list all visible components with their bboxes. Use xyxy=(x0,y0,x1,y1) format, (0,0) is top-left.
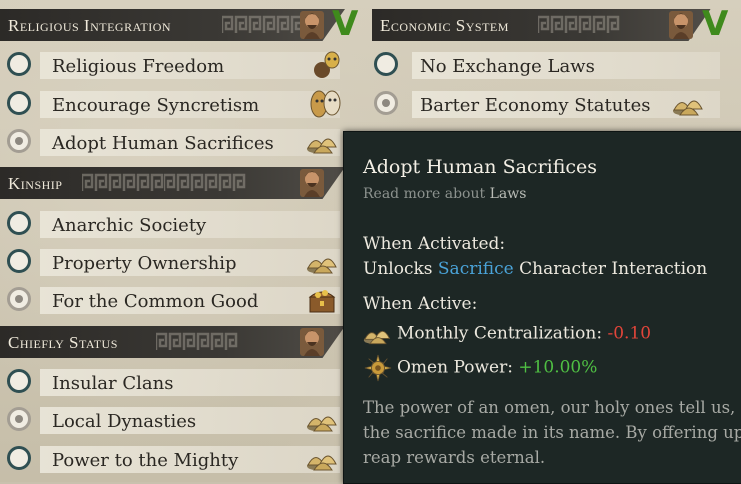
law-label: Insular Clans xyxy=(52,373,174,394)
centralization-huts-icon xyxy=(306,455,337,471)
ruler-portrait-icon[interactable] xyxy=(297,9,327,41)
tooltip-title: Adopt Human Sacrifices xyxy=(363,156,598,178)
radio-button-selected[interactable] xyxy=(374,91,398,115)
radio-button-selected[interactable] xyxy=(7,407,31,431)
when-activated-heading: When Activated: xyxy=(363,234,506,254)
centralization-huts-icon xyxy=(672,100,703,116)
unlocks-suffix: Character Interaction xyxy=(519,259,708,279)
radio-button[interactable] xyxy=(7,446,31,470)
law-option-religious-freedom[interactable]: Religious Freedom xyxy=(0,50,340,80)
read-more-link[interactable]: Laws xyxy=(490,186,527,202)
treasure-chest-icon xyxy=(308,290,336,313)
law-option-power-to-the-mighty[interactable]: Power to the Mighty xyxy=(0,444,340,474)
modifier-label: Monthly Centralization: xyxy=(397,323,603,344)
law-label: Barter Economy Statutes xyxy=(420,95,651,116)
radio-button[interactable] xyxy=(7,52,31,76)
section-title: Economic System xyxy=(380,16,509,35)
modifier-label: Omen Power: xyxy=(397,357,513,378)
section-title: Kinship xyxy=(8,174,63,193)
ruler-portrait-icon[interactable] xyxy=(297,167,327,199)
masks-icon xyxy=(310,90,341,118)
centralization-huts-icon xyxy=(363,330,390,345)
ruler-portrait-icon[interactable] xyxy=(297,326,327,358)
law-option-adopt-human-sacrifices[interactable]: Adopt Human Sacrifices xyxy=(0,127,340,157)
radio-button-selected[interactable] xyxy=(7,129,31,153)
law-option-encourage-syncretism[interactable]: Encourage Syncretism xyxy=(0,89,341,119)
radio-button[interactable] xyxy=(7,369,31,393)
meander-pattern xyxy=(222,15,304,35)
law-label: Anarchic Society xyxy=(52,215,207,236)
law-option-barter-economy-statutes[interactable]: Barter Economy Statutes xyxy=(372,89,722,119)
law-option-insular-clans[interactable]: Insular Clans xyxy=(0,367,340,397)
radio-button[interactable] xyxy=(374,52,398,76)
law-option-property-ownership[interactable]: Property Ownership xyxy=(0,247,340,277)
modifier-value: +10.00% xyxy=(518,357,598,378)
law-option-no-exchange-laws[interactable]: No Exchange Laws xyxy=(372,50,722,80)
radio-button[interactable] xyxy=(7,249,31,273)
law-label: Adopt Human Sacrifices xyxy=(52,133,274,154)
meander-pattern xyxy=(156,332,238,352)
law-label: Property Ownership xyxy=(52,253,237,274)
radio-button-selected[interactable] xyxy=(7,287,31,311)
modifier-omen-power: Omen Power: +10.00% xyxy=(363,354,597,382)
law-label: Encourage Syncretism xyxy=(52,95,260,116)
flavor-line: The power of an omen, our holy ones tell… xyxy=(363,398,741,417)
radio-button[interactable] xyxy=(7,211,31,235)
law-label: For the Common Good xyxy=(52,291,259,312)
meander-pattern xyxy=(82,173,164,193)
modifier-centralization: Monthly Centralization: -0.10 xyxy=(363,320,651,348)
centralization-huts-icon xyxy=(306,416,337,432)
when-active-heading: When Active: xyxy=(363,294,478,314)
flavor-line: reap rewards eternal. xyxy=(363,448,546,467)
law-label: No Exchange Laws xyxy=(420,56,595,77)
read-more-line: Read more about Laws xyxy=(363,186,526,202)
meander-pattern xyxy=(164,173,246,193)
law-label: Religious Freedom xyxy=(52,56,225,77)
centralization-huts-icon xyxy=(306,258,337,274)
ruler-portrait-icon[interactable] xyxy=(666,9,696,41)
flavor-line: the sacrifice made in its name. By offer… xyxy=(363,423,741,442)
radio-button[interactable] xyxy=(7,91,31,115)
law-tooltip: Adopt Human Sacrifices Read more about L… xyxy=(343,131,741,484)
adopted-check-icon: V xyxy=(332,4,359,44)
section-title: Religious Integration xyxy=(8,16,172,35)
law-option-for-the-common-good[interactable]: For the Common Good xyxy=(0,285,340,315)
sacrifice-link[interactable]: Sacrifice xyxy=(438,259,514,279)
unlocks-line: Unlocks Sacrifice Character Interaction xyxy=(363,259,707,279)
flavor-text: The power of an omen, our holy ones tell… xyxy=(363,395,741,470)
law-option-anarchic-society[interactable]: Anarchic Society xyxy=(0,209,340,239)
modifier-value: -0.10 xyxy=(607,323,652,344)
law-option-local-dynasties[interactable]: Local Dynasties xyxy=(0,405,340,435)
law-label: Power to the Mighty xyxy=(52,450,239,471)
centralization-huts-icon xyxy=(306,138,337,154)
meander-pattern xyxy=(538,15,620,35)
law-label: Local Dynasties xyxy=(52,411,197,432)
omen-sun-icon xyxy=(364,354,392,382)
read-more-prefix: Read more about xyxy=(363,186,486,202)
mask-figure-icon xyxy=(314,51,340,78)
section-title: Chiefly Status xyxy=(8,333,118,352)
unlocks-prefix: Unlocks xyxy=(363,259,433,279)
adopted-check-icon: V xyxy=(702,4,729,44)
